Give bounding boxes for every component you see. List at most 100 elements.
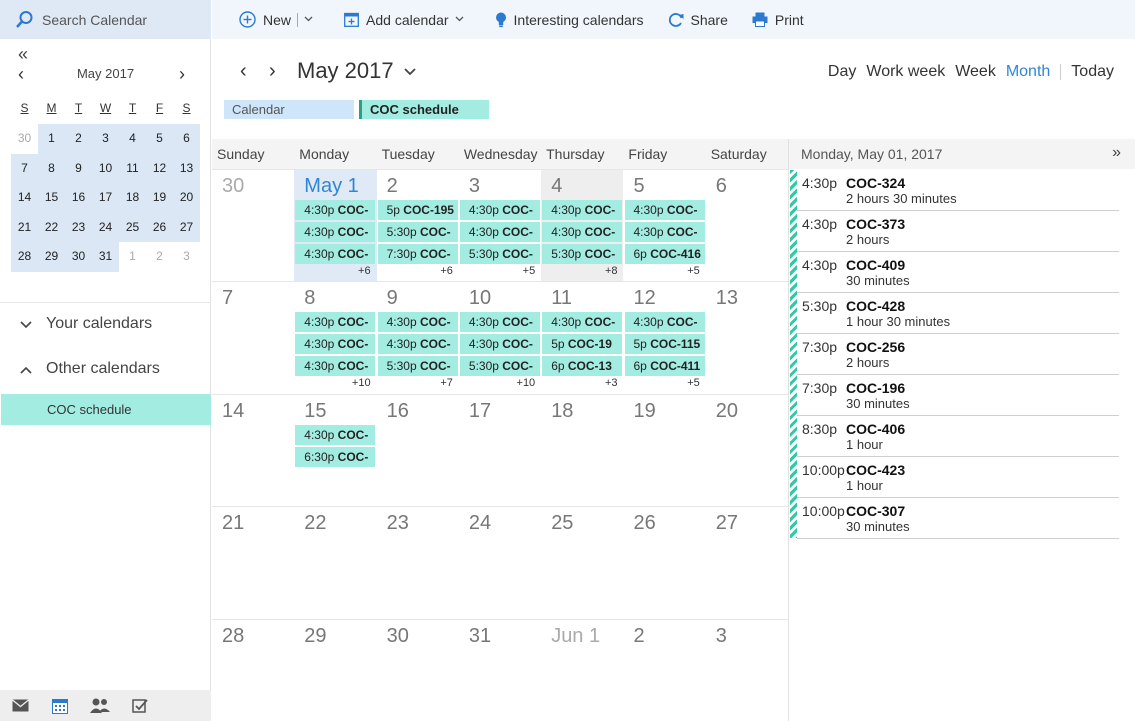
collapse-pane-icon[interactable]: « [18, 44, 28, 65]
mini-day[interactable]: 1 [38, 124, 65, 154]
next-month-button[interactable]: › [269, 60, 276, 83]
agenda-item[interactable]: 4:30p COC-373 2 hours [797, 211, 1119, 252]
event-chip[interactable]: 4:30p COC- [542, 312, 623, 333]
prev-month-button[interactable]: ‹ [240, 60, 247, 83]
view-month-button[interactable]: Month [1006, 63, 1050, 81]
event-chip[interactable]: 4:30p COC- [459, 222, 540, 242]
day-cell[interactable]: 20 [706, 395, 788, 507]
event-chip[interactable]: 5:30p COC- [542, 244, 623, 264]
day-cell[interactable]: 30 [377, 620, 459, 721]
day-cell[interactable]: 15 4:30p COC- 6:30p COC- [294, 395, 376, 507]
mini-day[interactable]: 7 [11, 153, 38, 183]
day-cell[interactable]: 28 [212, 620, 294, 721]
month-picker[interactable]: May 2017 [297, 58, 416, 84]
event-chip[interactable]: 4:30p COC- [377, 312, 458, 333]
event-chip[interactable]: 4:30p COC- [295, 200, 376, 220]
event-chip[interactable]: 4:30p COC- [295, 222, 376, 242]
event-chip[interactable]: 5:30p COC- [459, 244, 540, 264]
day-cell[interactable]: 29 [294, 620, 376, 721]
day-cell[interactable]: 27 [706, 507, 788, 619]
calendar-tag-coc-schedule[interactable]: COC schedule [359, 100, 489, 119]
day-cell[interactable]: 14 [212, 395, 294, 507]
mini-day[interactable]: 2 [65, 124, 92, 154]
day-cell[interactable]: 3 4:30p COC- 4:30p COC- 5:30p COC- +5 [459, 170, 541, 282]
mini-day[interactable]: 18 [119, 183, 146, 213]
mini-day[interactable]: 14 [11, 183, 38, 213]
day-cell[interactable]: 2 5p COC-195 5:30p COC- 7:30p COC- +6 [377, 170, 459, 282]
today-button[interactable]: Today [1071, 63, 1114, 81]
more-events-link[interactable]: +3 [605, 377, 618, 389]
mini-day[interactable]: 17 [92, 183, 119, 213]
day-cell[interactable]: May 1 4:30p COC- 4:30p COC- 4:30p COC- +6 [294, 170, 377, 282]
day-cell[interactable]: 31 [459, 620, 541, 721]
other-calendars-toggle[interactable]: Other calendars [20, 360, 160, 378]
event-chip[interactable]: 4:30p COC- [459, 312, 540, 333]
mini-day[interactable]: 3 [92, 124, 119, 154]
mini-day[interactable]: 30 [65, 242, 92, 272]
mini-day[interactable]: 20 [173, 183, 200, 213]
sidebar-item-coc-schedule[interactable]: COC schedule [1, 394, 211, 425]
day-cell[interactable]: 22 [294, 507, 376, 619]
share-button[interactable]: Share [668, 12, 728, 28]
day-cell[interactable]: 17 [459, 395, 541, 507]
event-chip[interactable]: 4:30p COC- [542, 222, 623, 242]
day-cell[interactable]: 30 [212, 170, 294, 282]
event-chip[interactable]: 6:30p COC- [295, 446, 376, 467]
mini-day[interactable]: 12 [146, 153, 173, 183]
mini-day[interactable]: 1 [119, 242, 146, 272]
mini-day[interactable]: 2 [146, 242, 173, 272]
mini-day[interactable]: 15 [38, 183, 65, 213]
day-cell[interactable]: 6 [706, 170, 788, 282]
mini-day[interactable]: 27 [173, 212, 200, 242]
day-cell[interactable]: 5 4:30p COC- 4:30p COC- 6p COC-416 +5 [624, 170, 706, 282]
day-cell[interactable]: 26 [624, 507, 706, 619]
mini-day[interactable]: 16 [65, 183, 92, 213]
view-week-button[interactable]: Week [955, 63, 996, 81]
interesting-calendars-button[interactable]: Interesting calendars [495, 12, 644, 28]
more-events-link[interactable]: +5 [523, 265, 536, 277]
day-cell[interactable]: 3 [706, 620, 788, 721]
expand-agenda-icon[interactable]: » [1112, 144, 1121, 162]
day-cell[interactable]: 25 [541, 507, 623, 619]
mini-day[interactable]: 10 [92, 153, 119, 183]
mini-day[interactable]: 23 [65, 212, 92, 242]
event-chip[interactable]: 5:30p COC- [459, 356, 540, 377]
mini-next-month-icon[interactable]: › [179, 64, 185, 85]
event-chip[interactable]: 5p COC-195 [377, 200, 458, 220]
event-chip[interactable]: 4:30p COC- [295, 334, 376, 355]
event-chip[interactable]: 6p COC-411 [624, 356, 705, 377]
mini-day[interactable]: 29 [38, 242, 65, 272]
day-cell[interactable]: 23 [377, 507, 459, 619]
calendar-tag-calendar[interactable]: Calendar [224, 100, 354, 119]
mini-day[interactable]: 25 [119, 212, 146, 242]
mini-day[interactable]: 8 [38, 153, 65, 183]
more-events-link[interactable]: +7 [440, 377, 453, 389]
event-chip[interactable]: 5:30p COC- [377, 222, 458, 242]
event-chip[interactable]: 4:30p COC- [295, 424, 376, 445]
day-cell[interactable]: 8 4:30p COC- 4:30p COC- 4:30p COC- +10 [294, 282, 376, 394]
calendar-module-button[interactable] [40, 690, 80, 721]
print-button[interactable]: Print [752, 12, 804, 28]
mini-day[interactable]: 24 [92, 212, 119, 242]
mini-day[interactable]: 11 [119, 153, 146, 183]
event-chip[interactable]: 4:30p COC- [295, 244, 376, 264]
event-chip[interactable]: 4:30p COC- [459, 200, 540, 220]
event-chip[interactable]: 5p COC-115 [624, 334, 705, 355]
mini-day[interactable]: 28 [11, 242, 38, 272]
mini-day[interactable]: 30 [11, 124, 38, 154]
mini-day[interactable]: 26 [146, 212, 173, 242]
event-chip[interactable]: 4:30p COC- [295, 356, 376, 377]
people-module-button[interactable] [80, 690, 120, 721]
your-calendars-toggle[interactable]: Your calendars [20, 315, 152, 333]
mini-day[interactable]: 13 [173, 153, 200, 183]
agenda-item[interactable]: 7:30p COC-196 30 minutes [797, 375, 1119, 416]
agenda-item[interactable]: 5:30p COC-428 1 hour 30 minutes [797, 293, 1119, 334]
event-chip[interactable]: 4:30p COC- [295, 312, 376, 333]
day-cell[interactable]: 19 [624, 395, 706, 507]
event-chip[interactable]: 5:30p COC- [377, 356, 458, 377]
mini-day[interactable]: 19 [146, 183, 173, 213]
mini-day[interactable]: 21 [11, 212, 38, 242]
more-events-link[interactable]: +6 [358, 265, 371, 277]
day-cell[interactable]: 7 [212, 282, 294, 394]
event-chip[interactable]: 5p COC-19 [542, 334, 623, 355]
